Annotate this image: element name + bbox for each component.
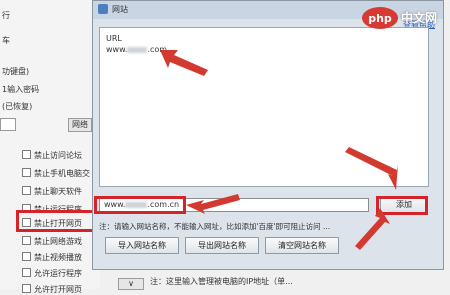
annotation-arrows bbox=[160, 50, 398, 250]
php-logo-icon: php bbox=[362, 7, 398, 29]
arrow-to-list bbox=[160, 50, 208, 76]
arrow-to-add-button bbox=[345, 147, 398, 190]
watermark-text: 中文网 bbox=[401, 11, 438, 25]
arrow-to-input bbox=[186, 194, 240, 214]
svg-text:php: php bbox=[368, 12, 392, 25]
watermark: php 中文网 bbox=[361, 6, 445, 30]
arrow-bottom bbox=[355, 208, 390, 250]
